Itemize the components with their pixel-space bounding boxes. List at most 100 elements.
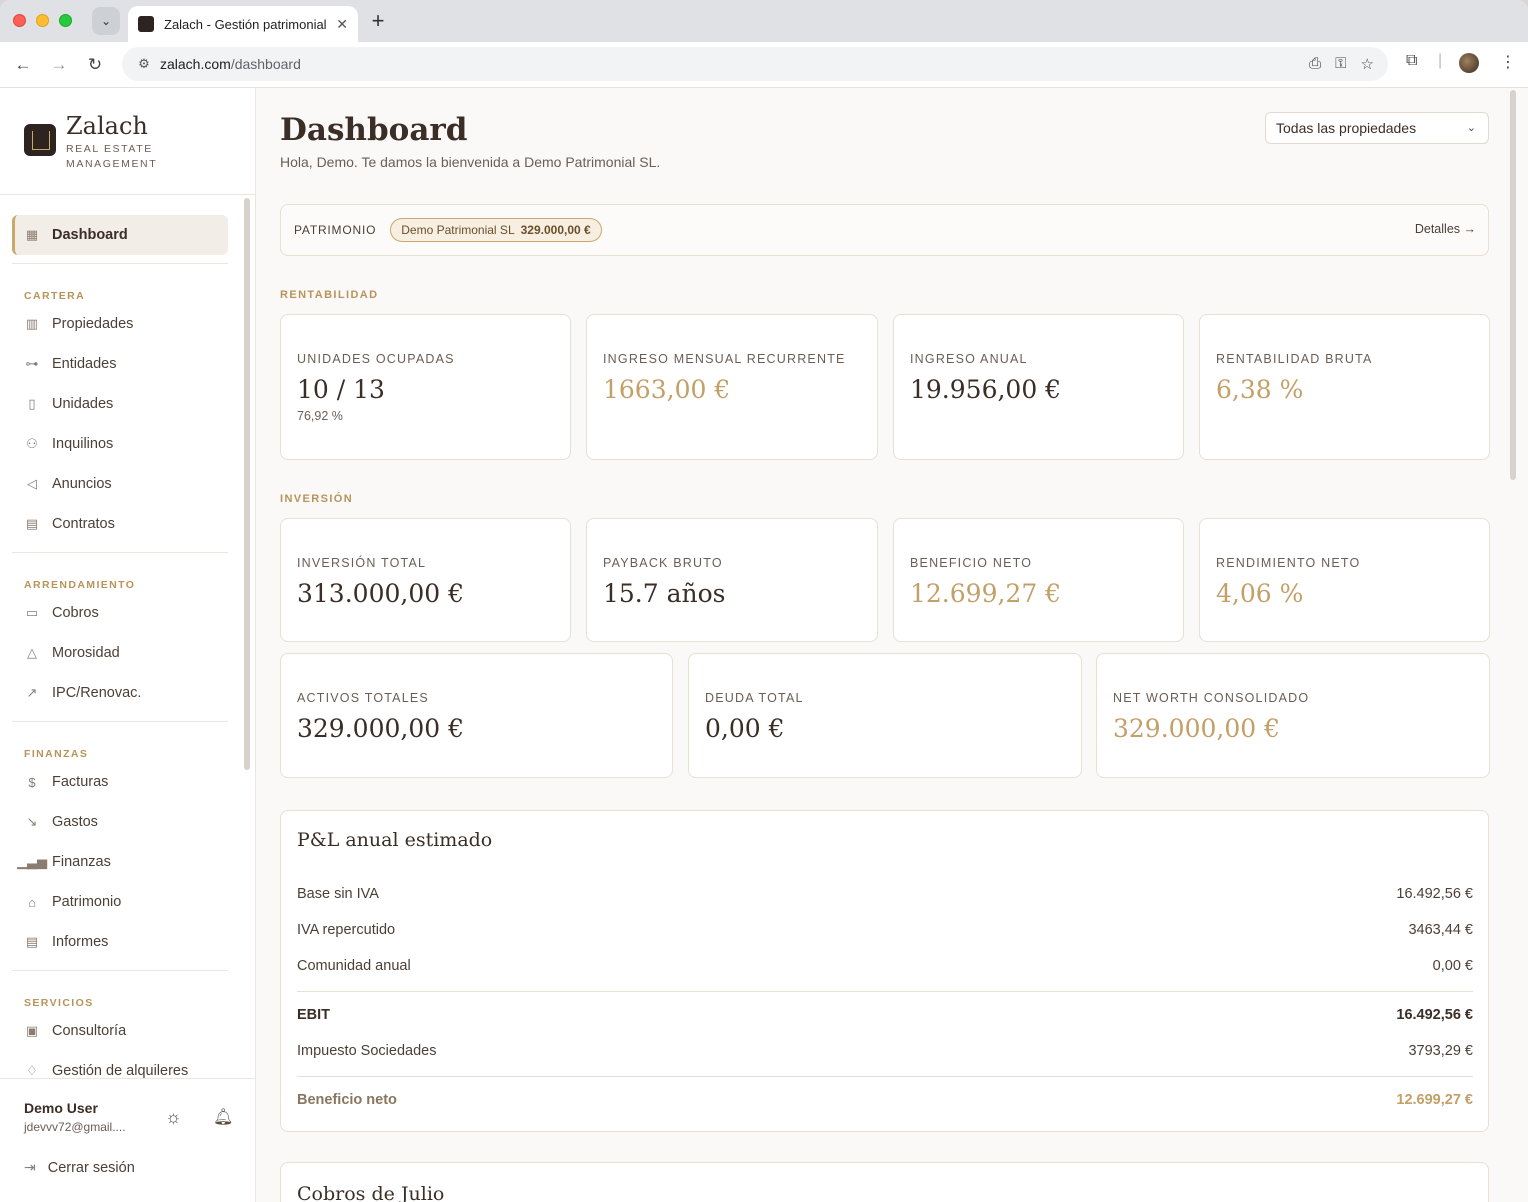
sidebar-item-facturas[interactable]: $ Facturas: [12, 762, 228, 802]
address-bar[interactable]: ⚙ zalach.com/dashboard ⎙ ⚿ ☆: [122, 47, 1388, 81]
property-select-value: Todas las propiedades: [1276, 120, 1417, 136]
browser-tab[interactable]: Zalach - Gestión patrimonial I ✕: [128, 6, 358, 42]
pl-row-label: Comunidad anual: [297, 958, 411, 974]
bookmark-star-icon[interactable]: ☆: [1361, 55, 1374, 73]
user-panel: Demo User jdevvv72@gmail.... ☼ 🔔︎ ⇥ Cerr…: [0, 1078, 255, 1202]
favicon-icon: [138, 16, 154, 32]
site-settings-icon[interactable]: ⚙: [128, 56, 160, 72]
patrimonio-chip[interactable]: Demo Patrimonial SL 329.000,00 €: [390, 218, 602, 242]
kpi-label: RENTABILIDAD BRUTA: [1216, 352, 1373, 366]
handshake-icon: ♢: [26, 1063, 38, 1078]
sidebar-item-anuncios[interactable]: ◁ Anuncios: [12, 464, 228, 504]
pl-row: Beneficio neto 12.699,27 €: [297, 1092, 1473, 1112]
extensions-icon[interactable]: ⧉: [1406, 52, 1417, 70]
sidebar-item-patrimonio[interactable]: ⌂ Patrimonio: [12, 882, 228, 922]
pl-row-value: 12.699,27 €: [1396, 1092, 1473, 1108]
close-window-button[interactable]: [13, 14, 26, 27]
minimize-window-button[interactable]: [36, 14, 49, 27]
sidebar-item-label: Morosidad: [52, 645, 120, 661]
pl-row: Impuesto Sociedades 3793,29 €: [297, 1043, 1473, 1063]
kpi-value: 15.7 años: [603, 579, 726, 608]
pl-card: P&L anual estimado Base sin IVA 16.492,5…: [280, 810, 1489, 1132]
kpi-card: UNIDADES OCUPADAS 10 / 13 76,92 %: [280, 314, 571, 460]
user-email: jdevvv72@gmail....: [24, 1120, 126, 1134]
tab-search-button[interactable]: ⌄: [92, 7, 120, 35]
sidebar-item-dashboard[interactable]: ▦ Dashboard: [12, 215, 228, 255]
sidebar-item-consultoria[interactable]: ▣ Consultoría: [12, 1011, 228, 1051]
kpi-card: BENEFICIO NETO 12.699,27 €: [893, 518, 1184, 642]
divider: [12, 263, 228, 264]
section-label: CARTERA: [24, 290, 86, 302]
main-scrollbar[interactable]: [1510, 90, 1516, 480]
sidebar-item-label: Informes: [52, 934, 109, 950]
sidebar-item-informes[interactable]: ▤ Informes: [12, 922, 228, 962]
pl-row: Comunidad anual 0,00 €: [297, 958, 1473, 978]
back-button[interactable]: ←: [10, 52, 36, 78]
chip-value: 329.000,00 €: [520, 223, 591, 237]
pl-title: P&L anual estimado: [297, 829, 493, 851]
sidebar-item-label: Unidades: [52, 396, 114, 412]
url-text: zalach.com/dashboard: [160, 56, 301, 72]
profile-avatar[interactable]: [1459, 53, 1479, 73]
sidebar-scrollbar[interactable]: [244, 198, 250, 770]
brand[interactable]: Zalach REAL ESTATE MANAGEMENT: [24, 112, 157, 172]
kpi-value: 19.956,00 €: [910, 375, 1062, 404]
reload-button[interactable]: ↻: [82, 52, 108, 78]
property-select[interactable]: Todas las propiedades ⌄: [1265, 112, 1489, 144]
sidebar-item-finanzas[interactable]: ▁▃▅ Finanzas: [12, 842, 228, 882]
toolbar-divider: |: [1438, 52, 1443, 69]
sidebar-item-label: IPC/Renovac.: [52, 685, 142, 701]
forward-button[interactable]: →: [46, 52, 72, 78]
divider: [12, 970, 228, 971]
sidebar-item-label: Contratos: [52, 516, 115, 532]
sidebar-item-gastos[interactable]: ↘ Gastos: [12, 802, 228, 842]
dashboard-grid-icon: ▦: [25, 227, 39, 242]
kpi-value: 329.000,00 €: [1113, 714, 1280, 743]
sidebar-item-contratos[interactable]: ▤ Contratos: [12, 504, 228, 544]
kpi-label: PAYBACK BRUTO: [603, 556, 723, 570]
sidebar-item-morosidad[interactable]: △ Morosidad: [12, 633, 228, 673]
logout-button[interactable]: ⇥ Cerrar sesión: [24, 1159, 135, 1176]
kpi-value: 12.699,27 €: [910, 579, 1062, 608]
browser-chrome: ⌄ Zalach - Gestión patrimonial I ✕ + ← →…: [0, 0, 1528, 88]
cobros-card: Cobros de Julio: [280, 1162, 1489, 1202]
trending-down-icon: ↘: [26, 814, 38, 829]
pl-row: Base sin IVA 16.492,56 €: [297, 886, 1473, 906]
sidebar-item-unidades[interactable]: ▯ Unidades: [12, 384, 228, 424]
sidebar-item-propiedades[interactable]: ▥ Propiedades: [12, 304, 228, 344]
install-app-icon[interactable]: ⎙: [1309, 55, 1321, 73]
kpi-label: UNIDADES OCUPADAS: [297, 352, 455, 366]
sidebar-item-entidades[interactable]: ⊶ Entidades: [12, 344, 228, 384]
details-link[interactable]: Detalles →: [1415, 222, 1476, 236]
divider: [0, 194, 255, 195]
browser-menu-icon[interactable]: ⋮: [1500, 52, 1516, 72]
unit-building-icon: ▯: [28, 396, 36, 411]
pl-row: IVA repercutido 3463,44 €: [297, 922, 1473, 942]
report-icon: ▤: [25, 934, 39, 949]
sidebar-item-label: Finanzas: [52, 854, 111, 870]
brand-subtitle-2: MANAGEMENT: [66, 158, 158, 170]
cobros-title: Cobros de Julio: [297, 1183, 445, 1202]
sidebar-item-label: Propiedades: [52, 316, 134, 332]
password-key-icon[interactable]: ⚿: [1335, 55, 1346, 73]
section-label: SERVICIOS: [24, 997, 94, 1009]
maximize-window-button[interactable]: [59, 14, 72, 27]
sidebar-item-ipc[interactable]: ↗ IPC/Renovac.: [12, 673, 228, 713]
bell-icon[interactable]: 🔔︎: [213, 1107, 233, 1127]
kpi-card: DEUDA TOTAL 0,00 €: [688, 653, 1082, 778]
org-chart-icon: ⊶: [25, 356, 39, 371]
kpi-value: 1663,00 €: [603, 375, 731, 404]
sidebar-item-label: Dashboard: [52, 227, 128, 243]
pl-row-value: 0,00 €: [1432, 958, 1473, 974]
page-subtitle: Hola, Demo. Te damos la bienvenida a Dem…: [280, 154, 661, 170]
sidebar-item-inquilinos[interactable]: ⚇ Inquilinos: [12, 424, 228, 464]
sidebar: Zalach REAL ESTATE MANAGEMENT ▦ Dashboar…: [0, 88, 256, 1202]
sidebar-item-cobros[interactable]: ▭ Cobros: [12, 593, 228, 633]
kpi-label: INGRESO ANUAL: [910, 352, 1028, 366]
close-icon[interactable]: ✕: [336, 16, 348, 33]
tab-bar: ⌄ Zalach - Gestión patrimonial I ✕ +: [0, 0, 1528, 42]
page-title: Dashboard: [280, 112, 468, 148]
kpi-label: BENEFICIO NETO: [910, 556, 1033, 570]
new-tab-button[interactable]: +: [368, 8, 388, 34]
sun-icon[interactable]: ☼: [165, 1107, 182, 1128]
